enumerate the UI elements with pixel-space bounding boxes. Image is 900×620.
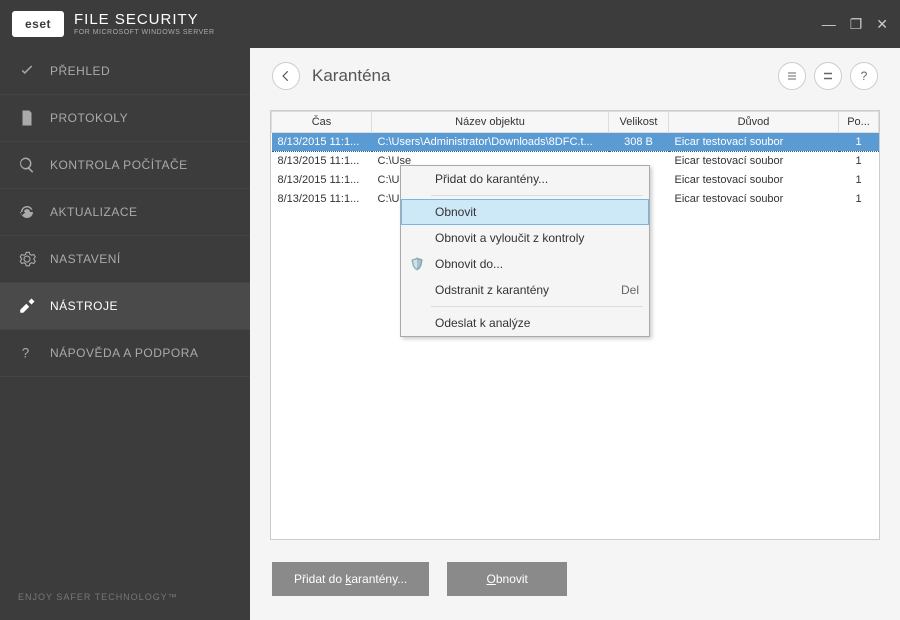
- col-size-header[interactable]: Velikost: [609, 112, 669, 133]
- cell-size: 308 B: [609, 133, 669, 152]
- sidebar-item-scan[interactable]: KONTROLA POČÍTAČE: [0, 142, 250, 189]
- col-object-header[interactable]: Název objektu: [372, 112, 609, 133]
- cm-restore[interactable]: Obnovit: [401, 199, 649, 225]
- help-button[interactable]: ?: [850, 62, 878, 90]
- app-subtitle: FOR MICROSOFT WINDOWS SERVER: [74, 29, 215, 36]
- menu-separator: [431, 306, 643, 307]
- shield-icon: 🛡️: [409, 256, 425, 272]
- sidebar-item-tools[interactable]: NÁSTROJE: [0, 283, 250, 330]
- cell-reason: Eicar testovací soubor: [669, 171, 839, 190]
- sidebar: PŘEHLED PROTOKOLY KONTROLA POČÍTAČE AKTU…: [0, 48, 250, 620]
- restore-button[interactable]: Obnovit: [447, 562, 567, 596]
- tools-icon: [18, 297, 36, 315]
- sidebar-item-label: NASTAVENÍ: [50, 252, 121, 266]
- sidebar-item-label: NÁPOVĚDA A PODPORA: [50, 346, 198, 360]
- magnifier-icon: [18, 156, 36, 174]
- list-view-button[interactable]: [778, 62, 806, 90]
- sidebar-item-label: NÁSTROJE: [50, 299, 118, 313]
- table-row[interactable]: 8/13/2015 11:1... C:\Users\Administrator…: [272, 133, 879, 152]
- hamburger-icon: [786, 70, 798, 82]
- col-reason-header[interactable]: Důvod: [669, 112, 839, 133]
- sidebar-item-update[interactable]: AKTUALIZACE: [0, 189, 250, 236]
- context-menu: Přidat do karantény... Obnovit Obnovit a…: [400, 165, 650, 337]
- sidebar-item-settings[interactable]: NASTAVENÍ: [0, 236, 250, 283]
- question-icon: ?: [18, 344, 36, 362]
- back-button[interactable]: [272, 62, 300, 90]
- brand: eset FILE SECURITY FOR MICROSOFT WINDOWS…: [12, 11, 215, 37]
- col-time-header[interactable]: Čas: [272, 112, 372, 133]
- cm-remove-label: Odstranit z karantény: [435, 283, 549, 297]
- svg-text:?: ?: [22, 346, 30, 361]
- sidebar-item-label: PŘEHLED: [50, 64, 110, 78]
- logo-badge: eset: [12, 11, 64, 37]
- cm-restore-to-label: Obnovit do...: [435, 257, 503, 271]
- cell-reason: Eicar testovací soubor: [669, 152, 839, 171]
- cm-remove-shortcut: Del: [621, 283, 639, 297]
- content-header: Karanténa ?: [250, 48, 900, 104]
- gear-icon: [18, 250, 36, 268]
- minimize-button[interactable]: —: [822, 16, 836, 33]
- cell-count: 1: [839, 133, 879, 152]
- window-controls: — ❐ ✕: [822, 16, 888, 33]
- app-title: FILE SECURITY: [74, 12, 215, 27]
- sidebar-item-overview[interactable]: PŘEHLED: [0, 48, 250, 95]
- cell-count: 1: [839, 190, 879, 209]
- cell-time: 8/13/2015 11:1...: [272, 171, 372, 190]
- cell-time: 8/13/2015 11:1...: [272, 190, 372, 209]
- menu-separator: [431, 195, 643, 196]
- cm-restore-to[interactable]: 🛡️ Obnovit do...: [401, 251, 649, 277]
- list-icon: [822, 70, 834, 82]
- sidebar-item-label: AKTUALIZACE: [50, 205, 138, 219]
- refresh-icon: [18, 203, 36, 221]
- restore-button[interactable]: ❐: [850, 16, 863, 33]
- cell-object: C:\Users\Administrator\Downloads\8DFC.t.…: [372, 133, 609, 152]
- page-title: Karanténa: [312, 66, 390, 86]
- cell-time: 8/13/2015 11:1...: [272, 152, 372, 171]
- sidebar-footer: ENJOY SAFER TECHNOLOGY™: [0, 574, 250, 620]
- detail-view-button[interactable]: [814, 62, 842, 90]
- cell-time: 8/13/2015 11:1...: [272, 133, 372, 152]
- cm-restore-exclude[interactable]: Obnovit a vyloučit z kontroly: [401, 225, 649, 251]
- arrow-left-icon: [279, 69, 293, 83]
- cell-reason: Eicar testovací soubor: [669, 190, 839, 209]
- cell-count: 1: [839, 152, 879, 171]
- check-icon: [18, 62, 36, 80]
- cm-add-to-quarantine[interactable]: Přidat do karantény...: [401, 166, 649, 192]
- add-to-quarantine-button[interactable]: Přidat do karantény...: [272, 562, 429, 596]
- sidebar-item-label: PROTOKOLY: [50, 111, 128, 125]
- close-button[interactable]: ✕: [876, 16, 888, 33]
- sidebar-item-logs[interactable]: PROTOKOLY: [0, 95, 250, 142]
- cell-count: 1: [839, 171, 879, 190]
- sidebar-item-help[interactable]: ? NÁPOVĚDA A PODPORA: [0, 330, 250, 377]
- cm-submit-analysis[interactable]: Odeslat k analýze: [401, 310, 649, 336]
- document-icon: [18, 109, 36, 127]
- bottom-actions: Přidat do karantény... Obnovit: [250, 546, 900, 620]
- col-count-header[interactable]: Po...: [839, 112, 879, 133]
- cell-reason: Eicar testovací soubor: [669, 133, 839, 152]
- titlebar: eset FILE SECURITY FOR MICROSOFT WINDOWS…: [0, 0, 900, 48]
- sidebar-item-label: KONTROLA POČÍTAČE: [50, 158, 188, 172]
- cm-remove[interactable]: Odstranit z karantény Del: [401, 277, 649, 303]
